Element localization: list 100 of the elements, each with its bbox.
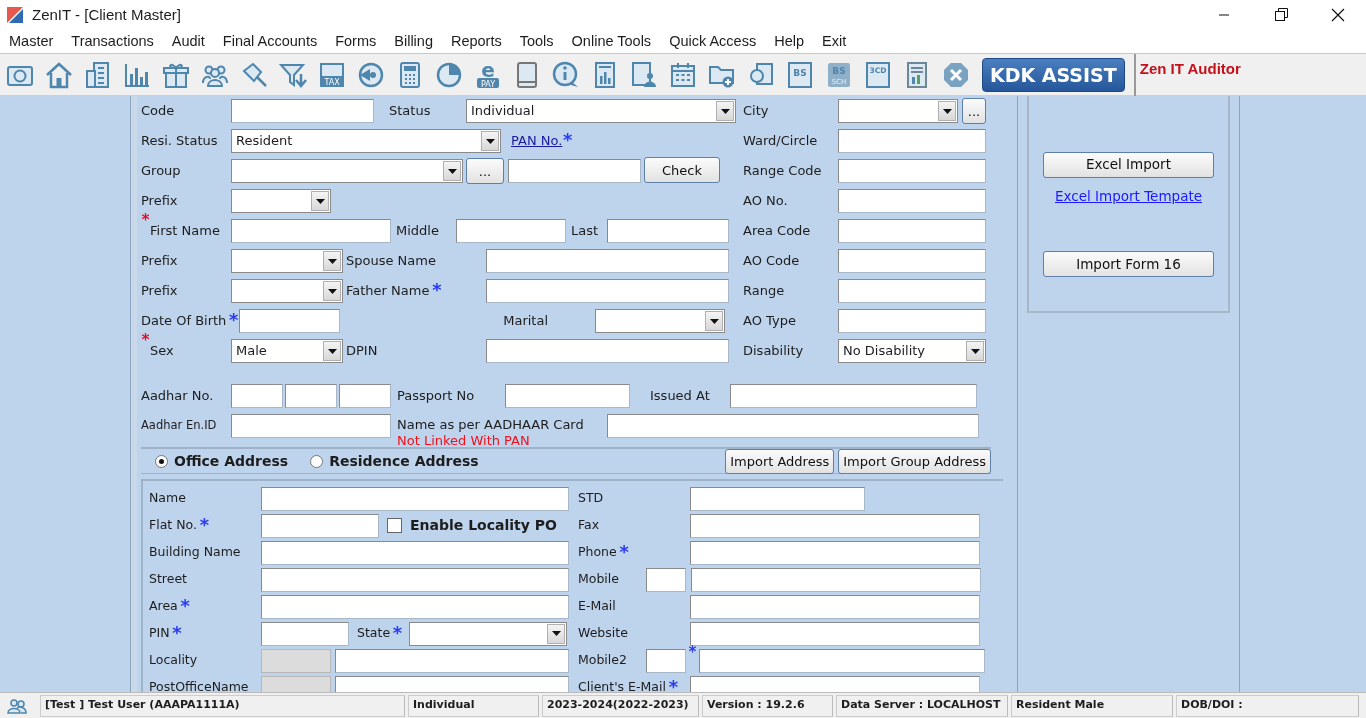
- menu-item[interactable]: Online Tools: [562, 30, 661, 53]
- required-asterisk: *: [141, 333, 151, 349]
- dropdown-field[interactable]: [231, 159, 463, 183]
- dropdown-field[interactable]: Individual: [466, 99, 736, 123]
- status-text: Individual: [408, 694, 539, 717]
- browse-button[interactable]: ...: [466, 158, 504, 184]
- field-label: Name: [149, 489, 187, 508]
- status-text: Data Server : LOCALHOST: [836, 694, 1008, 717]
- text-field[interactable]: [690, 675, 980, 692]
- menu-item[interactable]: Transactions: [62, 30, 163, 53]
- text-field[interactable]: [486, 339, 729, 363]
- text-field[interactable]: [838, 309, 986, 333]
- text-field[interactable]: [285, 384, 337, 408]
- field-label: Spouse Name: [346, 252, 437, 271]
- template-link[interactable]: Excel Import Tempate: [1055, 186, 1202, 207]
- text-field[interactable]: [699, 648, 986, 673]
- text-field[interactable]: [261, 621, 349, 646]
- text-field[interactable]: [838, 219, 986, 243]
- text-field[interactable]: [261, 540, 569, 565]
- text-field[interactable]: [335, 675, 569, 692]
- pan-link[interactable]: PAN No.: [511, 131, 563, 151]
- dropdown-field[interactable]: [838, 99, 958, 123]
- text-field[interactable]: [838, 129, 986, 153]
- text-field[interactable]: [691, 567, 981, 592]
- text-field[interactable]: [261, 567, 569, 592]
- field-label: Code: [141, 102, 176, 121]
- field-label: Father Name: [346, 282, 430, 301]
- field-label: Issued At: [650, 387, 711, 406]
- field-label: Date Of Birth: [141, 312, 227, 331]
- text-field[interactable]: [646, 567, 686, 592]
- text-field[interactable]: [838, 189, 986, 213]
- dropdown-field[interactable]: [595, 309, 726, 333]
- import-form-16-button[interactable]: Import Form 16: [1043, 251, 1214, 278]
- dropdown-field[interactable]: [231, 279, 343, 303]
- radio-button[interactable]: [310, 454, 324, 468]
- menu-item[interactable]: Exit: [813, 30, 856, 53]
- status-text: Version : 19.2.6: [702, 694, 833, 717]
- text-field[interactable]: [231, 219, 391, 243]
- assist-button[interactable]: KDK ASSIST: [982, 57, 1125, 92]
- radio-button[interactable]: [155, 454, 168, 468]
- text-field[interactable]: [456, 219, 566, 243]
- text-field[interactable]: [261, 594, 569, 619]
- checkbox-label: Enable Locality PO: [410, 516, 557, 535]
- text-field[interactable]: [486, 279, 729, 303]
- text-field[interactable]: [231, 384, 283, 408]
- dropdown-field[interactable]: Resident: [231, 129, 501, 153]
- menu-item[interactable]: Quick Access: [660, 30, 766, 53]
- field-label: Middle: [396, 222, 440, 241]
- action-button[interactable]: Check: [644, 157, 720, 183]
- warning-text: Not Linked With PAN: [397, 434, 531, 448]
- text-field[interactable]: [231, 414, 391, 438]
- text-field[interactable]: [646, 648, 686, 673]
- text-field[interactable]: [690, 594, 980, 619]
- text-field[interactable]: [261, 513, 379, 538]
- text-field[interactable]: [838, 279, 986, 303]
- status-text: [Test ] Test User (AAAPA1111A): [40, 694, 405, 717]
- text-field[interactable]: [607, 219, 729, 243]
- dropdown-field[interactable]: [409, 621, 567, 646]
- excel-import-button[interactable]: Excel Import: [1043, 152, 1214, 178]
- dropdown-field[interactable]: No Disability: [838, 339, 986, 363]
- browse-button[interactable]: ...: [962, 98, 986, 124]
- required-asterisk: *: [688, 645, 698, 660]
- dropdown-field[interactable]: [231, 249, 343, 273]
- text-field[interactable]: [838, 159, 986, 183]
- text-field[interactable]: [231, 99, 374, 123]
- menu-item[interactable]: Billing: [385, 30, 442, 53]
- text-field[interactable]: [690, 540, 980, 565]
- text-field[interactable]: [690, 621, 980, 646]
- import-button[interactable]: Import Address: [725, 448, 835, 474]
- menu-item[interactable]: Forms: [326, 30, 386, 53]
- text-field[interactable]: [339, 384, 391, 408]
- radio-label: Office Address: [174, 451, 289, 471]
- menu-item[interactable]: Reports: [441, 30, 511, 53]
- menu-item[interactable]: Help: [765, 30, 813, 53]
- menu-item[interactable]: Final Accounts: [213, 30, 327, 53]
- text-field[interactable]: [690, 513, 980, 538]
- text-field[interactable]: [239, 309, 341, 333]
- menu-item[interactable]: Tools: [510, 30, 563, 53]
- text-field[interactable]: [607, 414, 979, 438]
- field-label: Prefix: [141, 282, 179, 301]
- required-asterisk: *: [392, 624, 403, 643]
- text-field[interactable]: [690, 486, 865, 511]
- menu-item[interactable]: Audit: [162, 30, 214, 53]
- text-field[interactable]: [335, 648, 569, 673]
- menu-item[interactable]: Master: [0, 30, 63, 53]
- person-document-icon[interactable]: [629, 59, 659, 90]
- dropdown-field[interactable]: Male: [231, 339, 343, 363]
- text-field[interactable]: [838, 249, 986, 273]
- required-asterisk: *: [198, 516, 210, 535]
- field-label: Sex: [150, 342, 174, 361]
- text-field[interactable]: [505, 384, 630, 408]
- field-label: Street: [149, 570, 188, 589]
- text-field[interactable]: [730, 384, 977, 408]
- text-field[interactable]: [486, 249, 729, 273]
- field-label: Mobile2: [578, 651, 628, 670]
- checkbox[interactable]: [387, 518, 402, 533]
- text-field[interactable]: [261, 486, 569, 511]
- text-field[interactable]: [508, 159, 641, 183]
- dropdown-field[interactable]: [231, 189, 331, 213]
- import-button[interactable]: Import Group Address: [838, 448, 991, 474]
